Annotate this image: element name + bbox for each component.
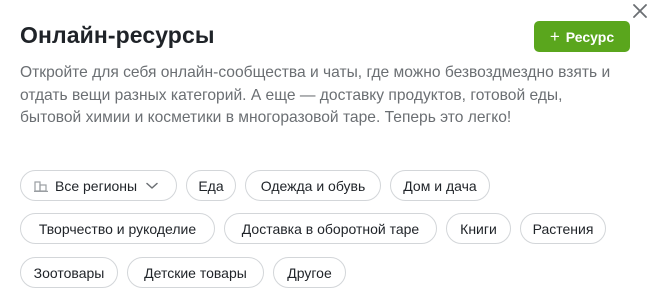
building-icon (34, 180, 48, 192)
panel-header: Онлайн-ресурсы + Ресурс (20, 20, 632, 54)
category-chip[interactable]: Доставка в оборотной таре (224, 213, 437, 244)
region-select[interactable]: Все регионы (20, 170, 177, 201)
category-chip[interactable]: Еда (186, 170, 236, 201)
region-select-label: Все регионы (55, 177, 138, 194)
page-title: Онлайн-ресурсы (20, 22, 215, 48)
chevron-down-icon (146, 182, 158, 189)
close-icon (633, 4, 647, 18)
category-chip[interactable]: Другое (273, 257, 346, 288)
description-text: Откройте для себя онлайн-сообщества и ча… (20, 64, 611, 126)
category-chip[interactable]: Детские товары (127, 257, 264, 288)
online-resources-panel: Онлайн-ресурсы + Ресурс Откройте для себ… (0, 0, 656, 304)
category-chip[interactable]: Книги (446, 213, 511, 244)
category-chip[interactable]: Зоотовары (20, 257, 118, 288)
plus-icon: + (549, 27, 560, 46)
category-chip[interactable]: Растения (520, 213, 606, 244)
category-chip[interactable]: Дом и дача (390, 170, 490, 201)
add-resource-button[interactable]: + Ресурс (534, 21, 630, 52)
category-chip[interactable]: Творчество и рукоделие (20, 213, 215, 244)
close-button[interactable] (628, 0, 652, 22)
add-resource-label: Ресурс (565, 28, 615, 45)
category-chip[interactable]: Одежда и обувь (245, 170, 381, 201)
